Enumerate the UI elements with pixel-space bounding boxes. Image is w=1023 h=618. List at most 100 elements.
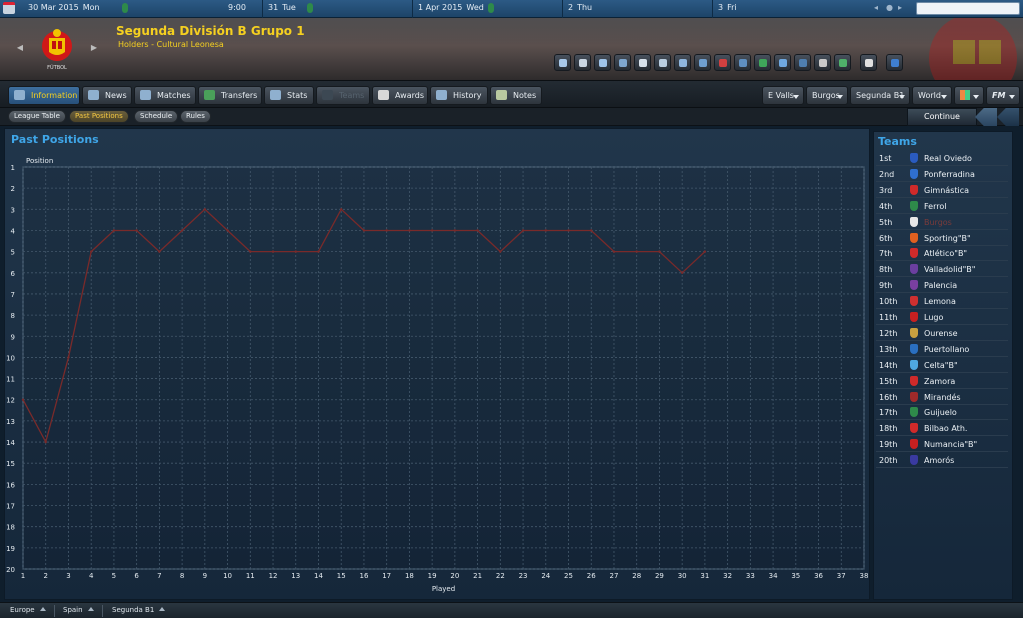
team-row[interactable]: 6th Sporting"B" <box>876 230 1008 246</box>
inbox-icon[interactable] <box>574 54 591 71</box>
club-icon[interactable] <box>814 54 831 71</box>
team-name[interactable]: Puertollano <box>924 345 969 354</box>
team-row[interactable]: 18th Bilbao Ath. <box>876 420 1008 437</box>
forward-nav-icon[interactable]: ▸ <box>898 3 902 12</box>
team-name[interactable]: Gimnástica <box>924 186 969 195</box>
team-name[interactable]: Lugo <box>924 313 943 322</box>
tab-news[interactable]: News <box>82 86 132 105</box>
competition-dropdown[interactable]: Segunda B1 <box>850 86 910 105</box>
x-tick-label: 25 <box>564 572 573 580</box>
team-row[interactable]: 12th Ourense <box>876 325 1008 341</box>
team-name[interactable]: Valladolid"B" <box>924 265 975 274</box>
bag-icon[interactable] <box>614 54 631 71</box>
background-crest-icon <box>929 18 1017 80</box>
team-row[interactable]: 16th Mirandés <box>876 389 1008 405</box>
team-name[interactable]: Ferrol <box>924 202 946 211</box>
continue-arrow-icon[interactable] <box>975 108 997 126</box>
team-row[interactable]: 3rd Gimnástica <box>876 182 1008 198</box>
team-name[interactable]: Amorós <box>924 456 954 465</box>
breadcrumb-competition[interactable]: Segunda B1 <box>112 606 166 614</box>
x-tick-label: 36 <box>814 572 823 580</box>
team-row[interactable]: 10th Lemona <box>876 293 1008 310</box>
date-cell-3[interactable]: 1 Apr 2015 Wed <box>418 3 484 12</box>
breadcrumb-europe[interactable]: Europe <box>10 606 46 614</box>
camera-icon[interactable] <box>860 54 877 71</box>
training-icon[interactable] <box>714 54 731 71</box>
tab-notes[interactable]: Notes <box>490 86 542 105</box>
tab-transfers[interactable]: Transfers <box>198 86 262 105</box>
back-nav-icon[interactable]: ◂ <box>874 3 878 12</box>
previous-arrow-icon[interactable]: ◀ <box>14 42 26 54</box>
tab-matches[interactable]: Matches <box>134 86 196 105</box>
continue-button[interactable]: Continue <box>907 108 977 126</box>
team-row[interactable]: 7th Atlético"B" <box>876 245 1008 262</box>
globe-icon[interactable] <box>834 54 851 71</box>
team-row[interactable]: 17th Guijuelo <box>876 404 1008 421</box>
help-icon[interactable] <box>886 54 903 71</box>
team-name[interactable]: Atlético"B" <box>924 249 967 258</box>
team-row[interactable]: 13th Puertollano <box>876 341 1008 357</box>
continue-arrow-icon[interactable] <box>997 108 1019 126</box>
team-row[interactable]: 11th Lugo <box>876 309 1008 325</box>
list-icon[interactable] <box>794 54 811 71</box>
subtab-past-positions[interactable]: Past Positions <box>69 110 129 123</box>
competition-subtitle[interactable]: Holders - Cultural Leonesa <box>118 40 224 49</box>
fm-menu-dropdown[interactable]: FM <box>986 86 1020 105</box>
subtab-schedule[interactable]: Schedule <box>134 110 179 123</box>
team-row[interactable]: 1st Real Oviedo <box>876 150 1008 166</box>
date-cell-5[interactable]: 3 Fri <box>718 3 737 12</box>
team-row[interactable]: 15th Zamora <box>876 373 1008 389</box>
mail-icon[interactable] <box>594 54 611 71</box>
tab-information[interactable]: Information <box>8 86 80 105</box>
tab-awards[interactable]: Awards <box>372 86 428 105</box>
x-tick-label: 4 <box>89 572 94 580</box>
scouting-icon[interactable] <box>734 54 751 71</box>
calendar-icon[interactable] <box>3 2 15 14</box>
world-dropdown[interactable]: World <box>912 86 952 105</box>
team-name[interactable]: Numancia"B" <box>924 440 977 449</box>
team-row[interactable]: 2nd Ponferradina <box>876 166 1008 182</box>
team-name[interactable]: Palencia <box>924 281 957 290</box>
team-row[interactable]: 5th Burgos <box>876 214 1008 230</box>
history-icon[interactable]: ● <box>886 3 893 12</box>
team-row[interactable]: 8th Valladolid"B" <box>876 261 1008 278</box>
search-icon[interactable] <box>634 54 651 71</box>
subtab-rules[interactable]: Rules <box>180 110 211 123</box>
breadcrumb-spain[interactable]: Spain <box>63 606 94 614</box>
tab-stats[interactable]: Stats <box>264 86 314 105</box>
team-name[interactable]: Zamora <box>924 377 955 386</box>
manager-dropdown[interactable]: E Valls <box>762 86 804 105</box>
team-name[interactable]: Ponferradina <box>924 170 975 179</box>
date-cell-2[interactable]: 31 Tue <box>268 3 296 12</box>
team-name[interactable]: Real Oviedo <box>924 154 972 163</box>
team-name[interactable]: Lemona <box>924 297 956 306</box>
next-arrow-icon[interactable]: ▶ <box>88 42 100 54</box>
x-tick-label: 18 <box>405 572 414 580</box>
tab-history[interactable]: History <box>430 86 488 105</box>
team-row[interactable]: 14th Celta"B" <box>876 357 1008 373</box>
team-name[interactable]: Ourense <box>924 329 958 338</box>
team-name[interactable]: Celta"B" <box>924 361 958 370</box>
finances-icon[interactable] <box>774 54 791 71</box>
search-input[interactable] <box>916 2 1020 15</box>
team-row[interactable]: 9th Palencia <box>876 277 1008 294</box>
team-row[interactable]: 19th Numancia"B" <box>876 436 1008 453</box>
game-menu-dropdown[interactable] <box>954 86 984 105</box>
team-row[interactable]: 20th Amorós <box>876 452 1008 469</box>
team-name[interactable]: Guijuelo <box>924 408 957 417</box>
club-dropdown[interactable]: Burgos <box>806 86 848 105</box>
date-cell-1[interactable]: 30 Mar 2015 Mon <box>28 3 100 12</box>
club-badge-icon <box>910 264 918 275</box>
document-icon[interactable] <box>654 54 671 71</box>
transfers-icon[interactable] <box>754 54 771 71</box>
team-name[interactable]: Mirandés <box>924 393 961 402</box>
subtab-league-table[interactable]: League Table <box>8 110 66 123</box>
home-icon[interactable] <box>554 54 571 71</box>
team-name[interactable]: Sporting"B" <box>924 234 971 243</box>
team-name[interactable]: Bilbao Ath. <box>924 424 967 433</box>
squad-icon[interactable] <box>674 54 691 71</box>
date-cell-4[interactable]: 2 Thu <box>568 3 592 12</box>
team-row[interactable]: 4th Ferrol <box>876 198 1008 214</box>
tactics-icon[interactable] <box>694 54 711 71</box>
team-name[interactable]: Burgos <box>924 218 952 227</box>
